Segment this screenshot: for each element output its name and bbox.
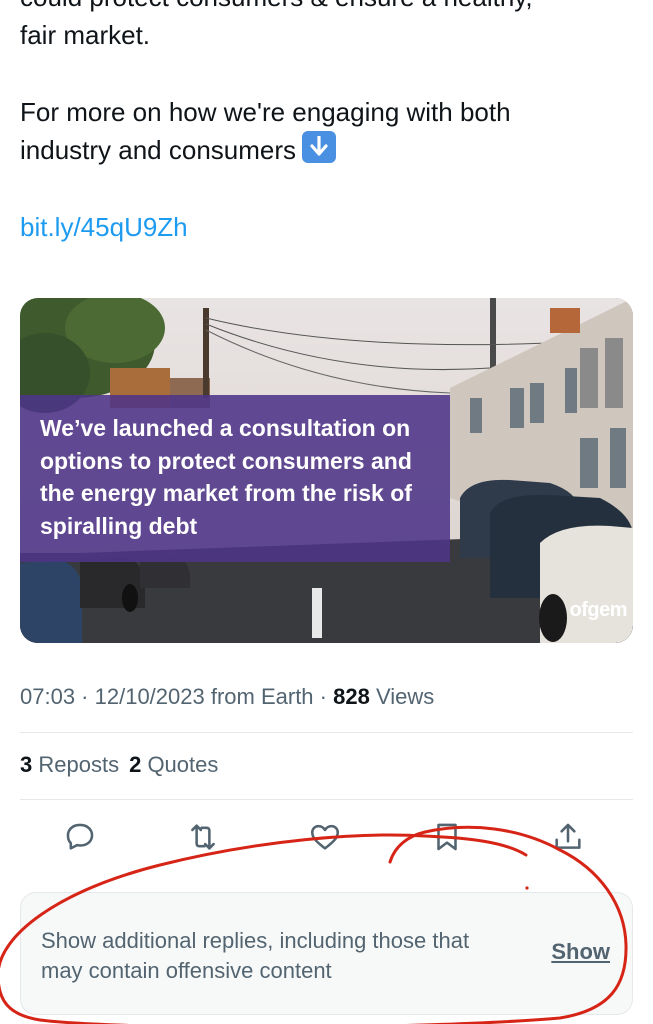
reposts-count: 3 [20,752,33,777]
additional-replies-text: Show additional replies, including those… [41,928,470,983]
tweet-link[interactable]: bit.ly/45qU9Zh [20,212,188,242]
views-count: 828 [333,684,370,709]
tweet-text-line: For more on how we're engaging with both [20,97,511,127]
action-bar [0,812,653,862]
share-icon[interactable] [551,820,585,854]
reposts-link[interactable]: 3 Reposts [20,752,119,777]
views-label: Views [369,684,435,709]
additional-replies-notice: Show additional replies, including those… [20,892,633,1015]
repost-icon[interactable] [186,820,220,854]
show-replies-button[interactable]: Show [551,939,610,965]
tweet-date[interactable]: 12/10/2023 [95,684,205,709]
meta-separator: · [313,684,334,709]
tweet-body: could protect consumers & ensure a healt… [20,0,620,285]
tweet-link-paragraph: bit.ly/45qU9Zh [20,208,620,246]
reposts-label: Reposts [32,752,120,777]
tweet-text-line: could protect consumers & ensure a healt… [20,0,533,12]
tweet-time[interactable]: 07:03 [20,684,75,709]
tweet-paragraph-2: For more on how we're engaging with both… [20,93,620,169]
meta-separator: · [75,684,95,709]
tweet-paragraph-1: could protect consumers & ensure a healt… [20,0,620,54]
card-banner-text: We’ve launched a consultation on options… [40,415,412,539]
tweet-meta: 07:03 · 12/10/2023 from Earth · 828 View… [20,684,434,710]
divider [20,799,633,800]
ofgem-logo: ofgem [569,599,628,621]
tweet-source: from Earth [204,684,314,709]
divider [20,732,633,733]
bookmark-icon[interactable] [430,820,464,854]
quotes-link[interactable]: 2 Quotes [129,752,218,777]
quotes-label: Quotes [141,752,219,777]
engagement-stats: 3 Reposts 2 Quotes [20,752,218,778]
media-card[interactable]: We’ve launched a consultation on options… [20,298,633,643]
card-banner: We’ve launched a consultation on options… [20,395,450,562]
quotes-count: 2 [129,752,142,777]
reply-icon[interactable] [63,820,97,854]
like-icon[interactable] [308,820,342,854]
tweet-text-line: fair market. [20,20,151,50]
tweet-text-line: industry and consumers [20,135,297,165]
down-arrow-emoji-icon [302,131,337,163]
